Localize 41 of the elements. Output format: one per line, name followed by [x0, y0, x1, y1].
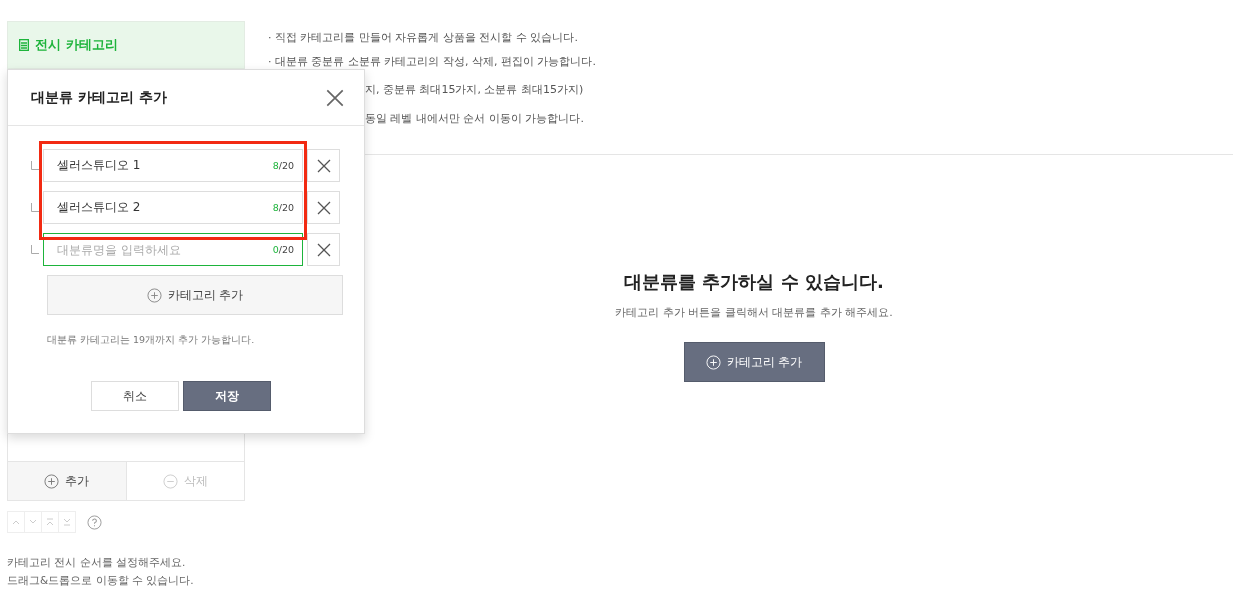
character-count: 8/20 — [272, 202, 294, 213]
minus-circle-icon — [162, 473, 178, 489]
guide-text: · 대분류 중분류 소분류 카테고리의 작성, 삭제, 편집이 가능합니다. — [268, 54, 596, 69]
category-field[interactable]: 대분류명을 입력하세요 0/20 — [43, 233, 303, 266]
list-icon — [19, 39, 29, 51]
dialog-title: 대분류 카테고리 추가 — [31, 88, 167, 107]
plus-circle-icon — [146, 287, 162, 303]
tree-branch-icon — [31, 203, 39, 212]
add-button[interactable]: 추가 — [8, 462, 127, 500]
empty-state-title: 대분류를 추가하실 수 있습니다. — [624, 270, 884, 294]
help-text: 카테고리 전시 순서를 설정해주세요. — [7, 555, 187, 570]
bottom-chevron-icon — [61, 516, 73, 528]
cancel-button[interactable]: 취소 — [91, 381, 179, 411]
category-field[interactable]: 셀러스튜디오 1 8/20 — [43, 149, 303, 182]
add-category-row-button[interactable]: 카테고리 추가 — [47, 275, 343, 315]
guide-text: · 직접 카테고리를 만들어 자유롭게 상품을 전시할 수 있습니다. — [268, 30, 578, 45]
remove-row-button[interactable] — [307, 233, 340, 266]
category-field[interactable]: 셀러스튜디오 2 8/20 — [43, 191, 303, 224]
dialog-note: 대분류 카테고리는 19개까지 추가 가능합니다. — [47, 334, 256, 347]
close-button[interactable] — [326, 88, 344, 107]
character-count: 8/20 — [272, 160, 294, 171]
remove-row-button[interactable] — [307, 149, 340, 182]
remove-row-button[interactable] — [307, 191, 340, 224]
close-icon — [316, 200, 331, 215]
plus-circle-icon — [44, 473, 60, 489]
close-icon — [326, 88, 344, 107]
help-text: 드래그&드롭으로 이동할 수 있습니다. — [7, 573, 195, 588]
tree-branch-icon — [31, 161, 39, 170]
close-icon — [316, 158, 331, 173]
help-icon[interactable] — [87, 514, 102, 530]
tree-branch-icon — [31, 245, 39, 254]
guide-text: 지, 중분류 최대15가지, 소분류 최대15가지) — [365, 82, 584, 97]
save-button[interactable]: 저장 — [183, 381, 271, 411]
add-category-button[interactable]: 카테고리 추가 — [683, 342, 825, 382]
empty-state-text: 카테고리 추가 버튼을 클릭해서 대분류를 추가 해주세요. — [615, 305, 893, 320]
character-count: 0/20 — [272, 244, 294, 255]
guide-text: 동일 레벨 내에서만 순서 이동이 가능합니다. — [365, 111, 584, 126]
top-chevron-icon — [44, 516, 56, 528]
sidebar-title: 전시 카테고리 — [35, 36, 118, 54]
close-icon — [316, 242, 331, 257]
plus-circle-icon — [705, 354, 721, 370]
